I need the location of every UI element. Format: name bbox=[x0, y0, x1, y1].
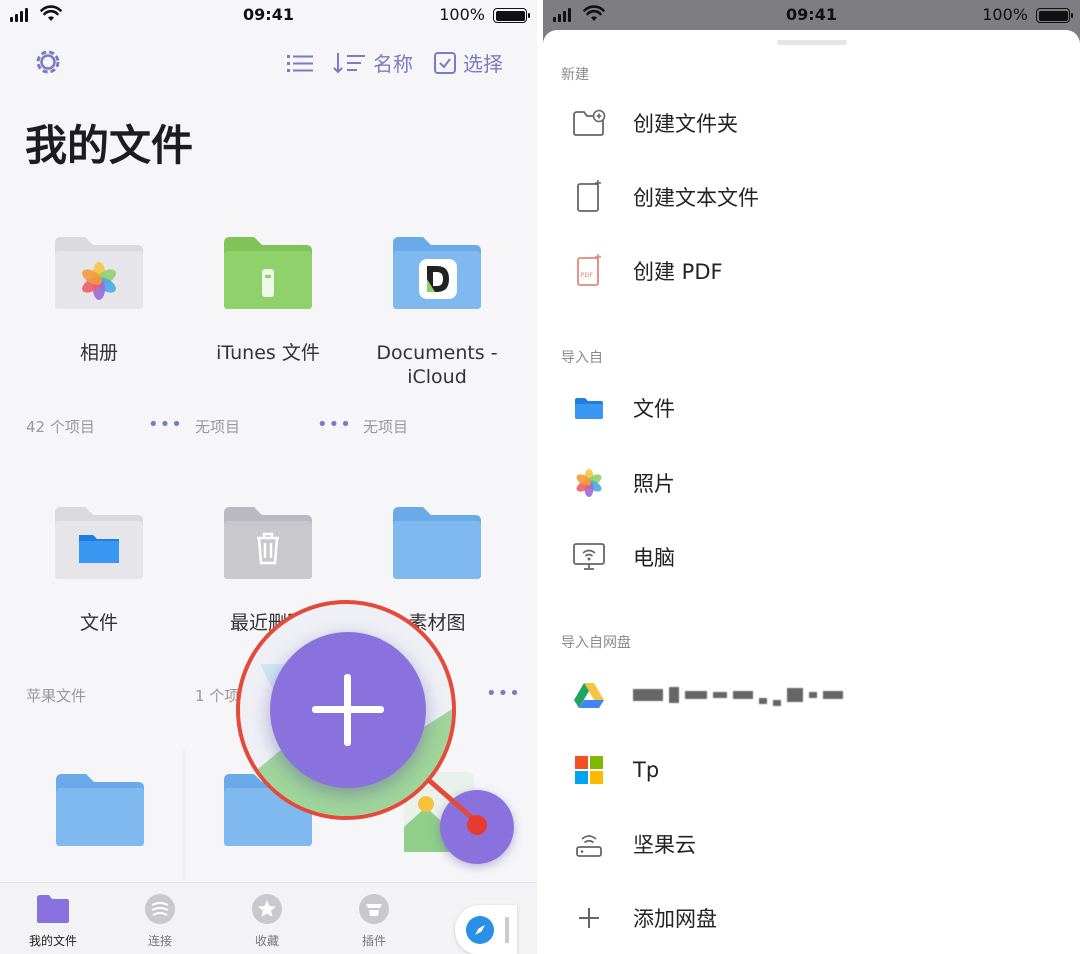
new-folder-icon bbox=[573, 109, 606, 136]
toolbar: 名称 选择 bbox=[0, 42, 537, 82]
folder-label: 文件 bbox=[79, 612, 118, 634]
option-label: 电脑 bbox=[633, 546, 675, 570]
select-button[interactable]: 选择 bbox=[433, 48, 503, 77]
section-header-import: 导入自 bbox=[561, 350, 603, 366]
more-icon[interactable]: ••• bbox=[317, 414, 352, 435]
tab-my-files[interactable]: 我的文件 bbox=[13, 893, 93, 949]
section-header-cloud: 导入自网盘 bbox=[561, 635, 631, 651]
tab-plugins[interactable]: 插件 bbox=[334, 893, 414, 949]
folder-meta: 无项目 bbox=[195, 418, 241, 436]
import-files-option[interactable]: 文件 bbox=[569, 388, 675, 428]
itunes-folder-icon bbox=[224, 237, 312, 309]
battery-icon bbox=[1036, 8, 1073, 23]
folder-meta: 苹果文件 bbox=[26, 687, 87, 705]
tab-label: 连接 bbox=[147, 934, 172, 948]
star-icon bbox=[252, 894, 282, 924]
import-computer-option[interactable]: 电脑 bbox=[569, 537, 675, 577]
plus-icon bbox=[579, 908, 599, 928]
option-label: 照片 bbox=[633, 472, 675, 496]
folder-meta: 42 个项目 bbox=[26, 418, 95, 436]
folder-icon[interactable] bbox=[54, 772, 146, 848]
battery-icon bbox=[493, 8, 530, 23]
folder-photos[interactable]: 相册 bbox=[24, 235, 174, 365]
documents-folder-icon bbox=[393, 237, 481, 309]
highlight-dot bbox=[467, 815, 487, 835]
new-pdf-icon: PDF bbox=[577, 254, 601, 286]
checkbox-icon bbox=[434, 51, 456, 74]
files-screen: 09:41 100% 名称 选择 我的文件 相册 iTunes 文件 Docum… bbox=[0, 0, 537, 954]
option-label: 创建文本文件 bbox=[633, 186, 759, 210]
files-app-icon bbox=[575, 398, 603, 419]
connection-icon bbox=[145, 894, 175, 924]
sort-icon bbox=[333, 52, 365, 73]
import-photos-option[interactable]: 照片 bbox=[569, 463, 675, 503]
folder-icon bbox=[37, 895, 69, 923]
browser-button[interactable] bbox=[455, 905, 517, 954]
folder-files[interactable]: 文件 bbox=[24, 505, 174, 635]
option-label: 创建文件夹 bbox=[633, 112, 738, 136]
option-label: 坚果云 bbox=[633, 833, 696, 857]
tab-label: 我的文件 bbox=[28, 934, 77, 948]
sort-button[interactable]: 名称 bbox=[333, 48, 413, 77]
create-folder-option[interactable]: 创建文件夹 bbox=[569, 103, 738, 143]
tp-cloud-option[interactable]: Tp bbox=[569, 750, 659, 790]
photos-folder-icon bbox=[55, 237, 143, 309]
computer-wifi-icon bbox=[573, 543, 605, 570]
tab-label: 收藏 bbox=[254, 934, 279, 948]
redacted-account-name bbox=[633, 684, 843, 706]
add-plus-icon[interactable] bbox=[270, 632, 426, 788]
google-drive-icon bbox=[574, 683, 604, 708]
folder-label: 相册 bbox=[79, 342, 118, 364]
tab-label: 插件 bbox=[361, 934, 386, 948]
windows-logo-icon bbox=[575, 756, 603, 784]
page-title: 我的文件 bbox=[25, 121, 194, 170]
google-drive-option[interactable] bbox=[569, 675, 843, 715]
handle-icon bbox=[505, 917, 509, 943]
tab-bar: 我的文件 连接 收藏 插件 bbox=[0, 882, 537, 954]
select-label: 选择 bbox=[463, 52, 503, 76]
folder-icon bbox=[393, 507, 481, 579]
folder-icloud[interactable]: Documents - iCloud bbox=[362, 235, 512, 389]
jianguoyun-option[interactable]: 坚果云 bbox=[569, 824, 696, 864]
option-label: 创建 PDF bbox=[633, 260, 723, 284]
option-label: 添加网盘 bbox=[633, 907, 717, 931]
sheet-grabber[interactable] bbox=[777, 40, 847, 45]
battery-percent: 100% bbox=[439, 5, 485, 24]
option-label: Tp bbox=[633, 758, 660, 782]
battery-percent: 100% bbox=[982, 5, 1028, 24]
folder-label: Documents - iCloud bbox=[376, 342, 498, 388]
tab-connections[interactable]: 连接 bbox=[120, 893, 200, 949]
sort-label: 名称 bbox=[373, 52, 413, 76]
divider bbox=[183, 750, 185, 880]
svg-text:PDF: PDF bbox=[581, 271, 594, 279]
photos-app-icon bbox=[576, 469, 602, 497]
compass-icon bbox=[466, 916, 494, 944]
router-icon bbox=[576, 835, 602, 857]
gear-icon[interactable] bbox=[32, 46, 64, 78]
trash-folder-icon bbox=[224, 507, 312, 579]
new-text-file-icon bbox=[577, 180, 601, 212]
folder-label: iTunes 文件 bbox=[216, 342, 320, 364]
add-sheet-screen: 09:41 100% 新建 创建文件夹 创建文本文件 PDF 创建 PDF 导入… bbox=[543, 0, 1080, 954]
list-icon[interactable] bbox=[287, 53, 313, 73]
files-folder-icon bbox=[55, 507, 143, 579]
add-cloud-option[interactable]: 添加网盘 bbox=[569, 898, 717, 938]
section-header-new: 新建 bbox=[561, 67, 589, 83]
plugin-icon bbox=[359, 894, 389, 924]
status-bar: 09:41 100% bbox=[543, 0, 1080, 30]
more-icon[interactable]: ••• bbox=[148, 414, 183, 435]
folder-itunes[interactable]: iTunes 文件 bbox=[193, 235, 343, 365]
create-text-file-option[interactable]: 创建文本文件 bbox=[569, 177, 759, 217]
create-pdf-option[interactable]: PDF 创建 PDF bbox=[569, 251, 723, 291]
action-sheet: 新建 创建文件夹 创建文本文件 PDF 创建 PDF 导入自 文件 照片 电脑 … bbox=[543, 30, 1080, 954]
folder-meta: 无项目 bbox=[363, 418, 409, 436]
status-bar: 09:41 100% bbox=[0, 0, 537, 30]
more-icon[interactable]: ••• bbox=[486, 683, 521, 704]
tab-favorites[interactable]: 收藏 bbox=[227, 893, 307, 949]
option-label: 文件 bbox=[633, 397, 675, 421]
